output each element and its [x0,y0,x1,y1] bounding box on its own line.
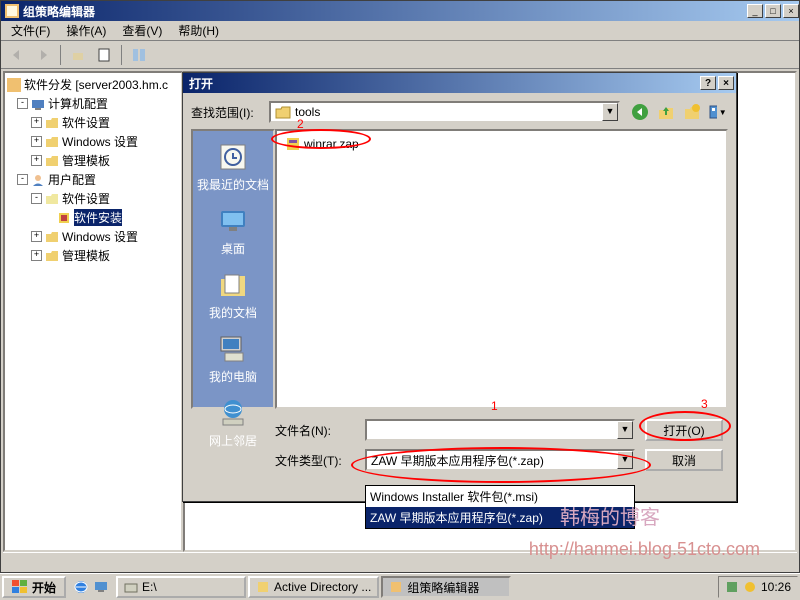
dropdown-icon[interactable]: ▼ [617,451,633,469]
expander-icon[interactable]: - [31,193,42,204]
watermark-text-2: http://hanmei.blog.51cto.com [529,539,760,560]
open-dialog: 打开 ? × 查找范围(I): tools ▼ ▼ 我最近的文档 [182,72,737,502]
file-item-winrar[interactable]: winrar.zap [281,135,363,153]
main-toolbar [1,41,799,69]
open-button[interactable]: 打开(O) [645,419,723,441]
dialog-help-button[interactable]: ? [700,76,716,90]
places-bar: 我最近的文档 桌面 我的文档 我的电脑 网上邻居 [191,129,275,409]
expander-icon[interactable]: + [31,117,42,128]
taskbar: 开始 E:\ Active Directory ... 组策略编辑器 10:26 [0,573,800,600]
tree-user-config[interactable]: - 用户配置 [7,170,179,189]
expander-icon[interactable]: - [17,98,28,109]
tree-uc-software[interactable]: - 软件设置 [7,189,179,208]
tree-pane[interactable]: 软件分发 [server2003.hm.c - 计算机配置 + 软件设置 + W… [3,71,183,552]
start-button[interactable]: 开始 [2,576,66,598]
tree-computer-config[interactable]: - 计算机配置 [7,94,179,113]
dialog-title: 打开 [189,75,213,92]
filename-label: 文件名(N): [275,422,365,439]
main-titlebar[interactable]: 组策略编辑器 _ □ × [1,1,799,21]
tree-uc-software-install[interactable]: 软件安装 [7,208,179,227]
tray-icon-2[interactable] [743,580,757,594]
lookin-combo[interactable]: tools ▼ [269,101,620,123]
back-button[interactable] [5,44,29,66]
close-button[interactable]: × [783,4,799,18]
dialog-close-button[interactable]: × [718,76,734,90]
nav-back-icon[interactable] [630,102,650,122]
ql-desktop-icon[interactable] [92,578,110,596]
place-computer[interactable]: 我的电脑 [193,327,273,391]
forward-button[interactable] [31,44,55,66]
task-group-policy-editor[interactable]: 组策略编辑器 [381,576,511,598]
tray-icon-1[interactable] [725,580,739,594]
lookin-label: 查找范围(I): [191,104,269,121]
tree-uc-windows[interactable]: + Windows 设置 [7,227,179,246]
expander-icon[interactable]: + [31,136,42,147]
place-mydocs[interactable]: 我的文档 [193,263,273,327]
folder-icon [275,105,291,119]
file-list[interactable]: winrar.zap 2 [275,129,728,409]
nav-up-icon[interactable] [656,102,676,122]
maximize-button[interactable]: □ [765,4,781,18]
nav-newfolder-icon[interactable] [682,102,702,122]
app-icon [5,4,19,18]
place-recent[interactable]: 我最近的文档 [193,135,273,199]
expander-icon[interactable]: + [31,155,42,166]
refresh-button[interactable] [127,44,151,66]
lookin-value: tools [295,105,320,119]
expander-icon[interactable]: + [31,250,42,261]
menu-action[interactable]: 操作(A) [58,20,114,41]
tree-root[interactable]: 软件分发 [server2003.hm.c [7,75,179,94]
expander-icon[interactable]: + [31,231,42,242]
cancel-button[interactable]: 取消 [645,449,723,471]
menu-view[interactable]: 查看(V) [114,20,170,41]
watermark-text-1: 韩梅的博客 [560,501,660,530]
minimize-button[interactable]: _ [747,4,763,18]
dropdown-icon[interactable]: ▼ [602,103,618,121]
filetype-combo[interactable]: ZAW 早期版本应用程序包(*.zap) ▼ [365,449,635,471]
tree-cc-admin[interactable]: + 管理模板 [7,151,179,170]
task-drive-e[interactable]: E:\ [116,576,246,598]
nav-views-icon[interactable]: ▼ [708,102,728,122]
tree-cc-windows[interactable]: + Windows 设置 [7,132,179,151]
quick-launch [72,578,110,596]
dropdown-icon[interactable]: ▼ [617,421,633,439]
expander-icon[interactable]: - [17,174,28,185]
main-menubar: 文件(F) 操作(A) 查看(V) 帮助(H) [1,21,799,41]
ql-ie-icon[interactable] [72,578,90,596]
filetype-label: 文件类型(T): [275,452,365,469]
up-button[interactable] [66,44,90,66]
tray-clock[interactable]: 10:26 [761,580,791,594]
dialog-titlebar[interactable]: 打开 ? × [183,73,736,93]
tree-cc-software[interactable]: + 软件设置 [7,113,179,132]
file-icon [285,136,301,152]
place-desktop[interactable]: 桌面 [193,199,273,263]
menu-file[interactable]: 文件(F) [3,20,58,41]
system-tray[interactable]: 10:26 [718,576,798,598]
tree-uc-admin[interactable]: + 管理模板 [7,246,179,265]
main-title: 组策略编辑器 [23,3,745,20]
properties-button[interactable] [92,44,116,66]
filename-combo[interactable]: ▼ [365,419,635,441]
task-active-directory[interactable]: Active Directory ... [248,576,379,598]
windows-flag-icon [12,580,28,594]
menu-help[interactable]: 帮助(H) [170,20,227,41]
